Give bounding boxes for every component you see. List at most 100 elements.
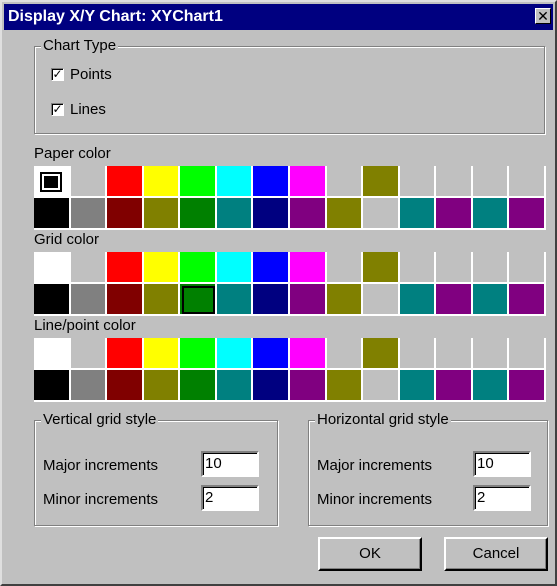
grid-color-swatch[interactable] (363, 284, 400, 316)
line-point-color-palette (34, 338, 546, 402)
paper-color-swatch[interactable] (253, 198, 290, 230)
grid-color-swatch[interactable] (34, 284, 71, 316)
paper-color-swatch[interactable] (143, 198, 181, 230)
grid-color-swatch[interactable] (472, 252, 510, 284)
line-point-color-swatch[interactable] (107, 370, 144, 402)
line-point-color-swatch[interactable] (216, 370, 254, 402)
paper-color-swatch[interactable] (472, 166, 510, 198)
title-bar[interactable]: Display X/Y Chart: XYChart1 ✕ (4, 4, 553, 30)
line-point-color-swatch[interactable] (509, 370, 546, 402)
line-point-color-swatch[interactable] (34, 370, 71, 402)
grid-color-swatch[interactable] (253, 284, 290, 316)
grid-color-swatch[interactable] (143, 284, 181, 316)
line-point-color-swatch[interactable] (472, 370, 510, 402)
horizontal-minor-input[interactable]: 2 (473, 485, 531, 511)
line-point-color-swatch[interactable] (34, 338, 71, 370)
paper-color-swatch[interactable] (399, 198, 437, 230)
paper-color-swatch[interactable] (326, 198, 364, 230)
grid-color-swatch[interactable] (70, 284, 108, 316)
vertical-grid-group: Vertical grid style Major increments 10 … (34, 411, 278, 526)
paper-color-swatch[interactable] (472, 198, 510, 230)
line-point-color-swatch[interactable] (70, 338, 108, 370)
paper-color-swatch[interactable] (216, 198, 254, 230)
line-point-color-swatch[interactable] (326, 370, 364, 402)
paper-color-swatch[interactable] (509, 198, 546, 230)
line-point-color-swatch[interactable] (472, 338, 510, 370)
grid-color-swatch[interactable] (363, 252, 400, 284)
grid-color-swatch[interactable] (253, 252, 290, 284)
paper-color-swatch[interactable] (290, 166, 327, 198)
ok-button[interactable]: OK (318, 537, 422, 571)
paper-color-swatch[interactable] (326, 166, 364, 198)
paper-color-swatch[interactable] (363, 166, 400, 198)
horizontal-major-label: Major increments (317, 457, 433, 474)
grid-color-swatch[interactable] (180, 252, 217, 284)
line-point-color-swatch[interactable] (70, 370, 108, 402)
grid-color-swatch[interactable] (436, 252, 473, 284)
grid-color-swatch[interactable] (290, 284, 327, 316)
grid-color-swatch[interactable] (143, 252, 181, 284)
paper-color-swatch[interactable] (34, 198, 71, 230)
line-point-color-swatch[interactable] (180, 338, 217, 370)
points-checkbox-row[interactable]: ✓ Points (51, 65, 112, 83)
grid-color-swatch[interactable] (509, 284, 546, 316)
line-point-color-swatch[interactable] (399, 370, 437, 402)
grid-color-swatch[interactable] (290, 252, 327, 284)
line-point-color-swatch[interactable] (290, 338, 327, 370)
grid-color-swatch[interactable] (34, 252, 71, 284)
grid-color-swatch[interactable] (472, 284, 510, 316)
grid-color-swatch[interactable] (216, 284, 254, 316)
line-point-color-swatch[interactable] (436, 338, 473, 370)
paper-color-swatch[interactable] (143, 166, 181, 198)
grid-color-swatch[interactable] (70, 252, 108, 284)
grid-color-swatch[interactable] (326, 252, 364, 284)
selected-marker (40, 172, 62, 192)
paper-color-swatch[interactable] (509, 166, 546, 198)
line-point-color-swatch[interactable] (399, 338, 437, 370)
grid-color-swatch[interactable] (107, 284, 144, 316)
lines-checkbox-row[interactable]: ✓ Lines (51, 100, 106, 118)
paper-color-swatch[interactable] (399, 166, 437, 198)
paper-color-swatch[interactable] (216, 166, 254, 198)
paper-color-swatch[interactable] (70, 198, 108, 230)
line-point-color-swatch[interactable] (363, 370, 400, 402)
points-checkbox[interactable]: ✓ (51, 67, 64, 81)
line-point-color-swatch[interactable] (326, 338, 364, 370)
line-point-color-swatch[interactable] (216, 338, 254, 370)
paper-color-swatch[interactable] (180, 166, 217, 198)
lines-checkbox[interactable]: ✓ (51, 102, 64, 116)
paper-color-swatch[interactable] (107, 166, 144, 198)
line-point-color-swatch[interactable] (180, 370, 217, 402)
grid-color-swatch[interactable] (399, 284, 437, 316)
paper-color-swatch[interactable] (107, 198, 144, 230)
line-point-color-swatch[interactable] (253, 338, 290, 370)
paper-color-swatch[interactable] (436, 198, 473, 230)
vertical-major-input[interactable]: 10 (201, 451, 259, 477)
line-point-color-swatch[interactable] (436, 370, 473, 402)
grid-color-swatch[interactable] (509, 252, 546, 284)
grid-color-swatch[interactable] (216, 252, 254, 284)
cancel-button[interactable]: Cancel (444, 537, 548, 571)
paper-color-swatch[interactable] (34, 166, 71, 198)
grid-color-swatch[interactable] (436, 284, 473, 316)
grid-color-swatch[interactable] (107, 252, 144, 284)
line-point-color-swatch[interactable] (143, 338, 181, 370)
line-point-color-swatch[interactable] (290, 370, 327, 402)
grid-color-swatch[interactable] (399, 252, 437, 284)
line-point-color-swatch[interactable] (143, 370, 181, 402)
horizontal-major-input[interactable]: 10 (473, 451, 531, 477)
paper-color-swatch[interactable] (436, 166, 473, 198)
line-point-color-swatch[interactable] (509, 338, 546, 370)
paper-color-swatch[interactable] (253, 166, 290, 198)
paper-color-swatch[interactable] (363, 198, 400, 230)
grid-color-swatch[interactable] (180, 284, 217, 316)
vertical-minor-input[interactable]: 2 (201, 485, 259, 511)
line-point-color-swatch[interactable] (107, 338, 144, 370)
paper-color-swatch[interactable] (70, 166, 108, 198)
grid-color-swatch[interactable] (326, 284, 364, 316)
paper-color-swatch[interactable] (180, 198, 217, 230)
line-point-color-swatch[interactable] (253, 370, 290, 402)
close-button[interactable]: ✕ (535, 8, 551, 24)
paper-color-swatch[interactable] (290, 198, 327, 230)
line-point-color-swatch[interactable] (363, 338, 400, 370)
